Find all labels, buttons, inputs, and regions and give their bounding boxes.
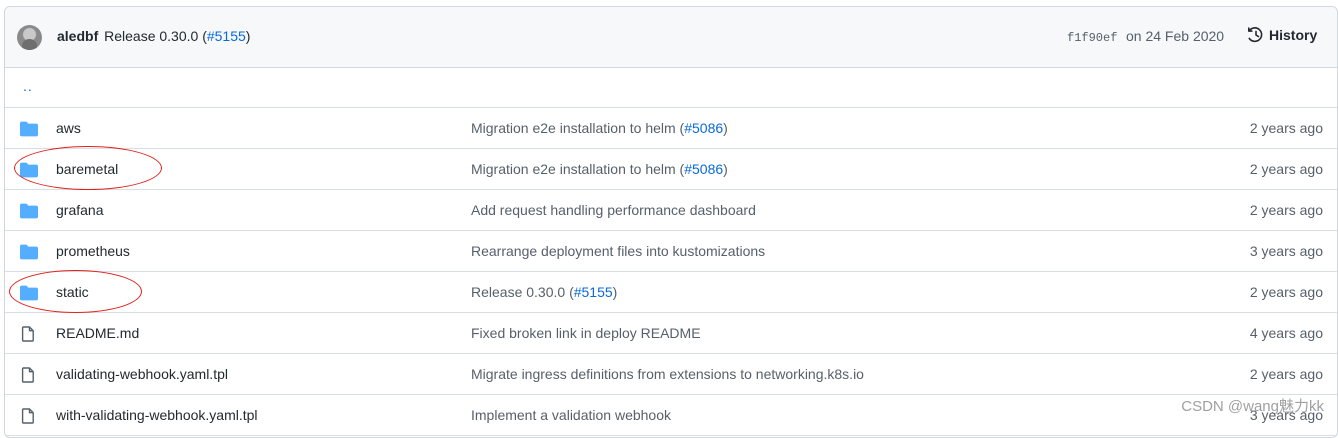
commit-message-text[interactable]: Migration e2e installation to helm (: [471, 161, 684, 177]
commit-age: 2 years ago: [1249, 284, 1323, 300]
commit-message-link[interactable]: Migrate ingress definitions from extensi…: [471, 366, 864, 382]
commit-message-end: ): [245, 28, 251, 44]
history-button[interactable]: History: [1247, 26, 1317, 44]
commit-info: aledbf Release 0.30.0 (#5155): [57, 28, 250, 44]
parent-directory-link[interactable]: ..: [23, 78, 33, 94]
commit-age: 4 years ago: [1249, 325, 1323, 341]
folder-icon: [20, 244, 38, 260]
folder-icon: [20, 121, 38, 137]
commit-message-link[interactable]: Migration e2e installation to helm (#508…: [471, 161, 728, 177]
commit-message-text[interactable]: Release 0.30.0 (: [471, 284, 574, 300]
commit-message-text[interactable]: Implement a validation webhook: [471, 407, 671, 423]
file-row[interactable]: static Release 0.30.0 (#5155) 2 years ago: [5, 272, 1337, 313]
file-row[interactable]: grafana Add request handling performance …: [5, 190, 1337, 231]
file-icon: [20, 326, 38, 342]
commit-message-text[interactable]: Rearrange deployment files into kustomiz…: [471, 243, 765, 259]
commit-message-end: ): [723, 161, 728, 177]
avatar[interactable]: [17, 25, 42, 50]
file-icon: [20, 367, 38, 383]
file-name-link[interactable]: grafana: [56, 202, 103, 218]
commit-message-link[interactable]: Fixed broken link in deploy README: [471, 325, 701, 341]
commit-message-link[interactable]: Implement a validation webhook: [471, 407, 671, 423]
commit-message-link[interactable]: Rearrange deployment files into kustomiz…: [471, 243, 765, 259]
file-list: aws Migration e2e installation to helm (#…: [5, 108, 1337, 436]
folder-icon: [20, 203, 38, 219]
commit-age: 2 years ago: [1249, 202, 1323, 218]
commit-pr-link[interactable]: #5155: [207, 28, 246, 44]
latest-commit-bar: aledbf Release 0.30.0 (#5155) f1f90ef on…: [5, 7, 1337, 68]
commit-author[interactable]: aledbf: [57, 28, 98, 44]
file-row[interactable]: baremetal Migration e2e installation to h…: [5, 149, 1337, 190]
file-row[interactable]: validating-webhook.yaml.tpl Migrate ingre…: [5, 354, 1337, 395]
file-name-link[interactable]: with-validating-webhook.yaml.tpl: [56, 407, 258, 423]
commit-age: 2 years ago: [1249, 366, 1323, 382]
file-name-link[interactable]: README.md: [56, 325, 139, 341]
commit-age: 2 years ago: [1249, 161, 1323, 177]
history-label: History: [1269, 27, 1318, 43]
file-name-link[interactable]: baremetal: [56, 161, 118, 177]
file-icon: [20, 408, 38, 424]
commit-message-text[interactable]: Add request handling performance dashboa…: [471, 202, 756, 218]
commit-age: 3 years ago: [1249, 243, 1323, 259]
folder-icon: [20, 162, 38, 178]
file-name-link[interactable]: aws: [56, 120, 81, 136]
file-name-link[interactable]: validating-webhook.yaml.tpl: [56, 366, 228, 382]
watermark: CSDN @wang魅力kk: [1181, 398, 1324, 415]
commit-sha[interactable]: f1f90ef: [1067, 31, 1117, 45]
file-browser: aledbf Release 0.30.0 (#5155) f1f90ef on…: [4, 6, 1338, 438]
pr-link[interactable]: #5155: [574, 284, 613, 300]
commit-message: Release 0.30.0 (: [104, 28, 207, 44]
commit-message-end: ): [612, 284, 618, 300]
commit-date: on 24 Feb 2020: [1126, 28, 1225, 44]
file-name-link[interactable]: prometheus: [56, 243, 130, 259]
commit-message-link[interactable]: Release 0.30.0 (#5155): [471, 284, 617, 300]
commit-message-end: ): [723, 120, 728, 136]
file-row[interactable]: aws Migration e2e installation to helm (#…: [5, 108, 1337, 149]
commit-age: 2 years ago: [1249, 120, 1323, 136]
commit-message-text[interactable]: Migration e2e installation to helm (: [471, 120, 684, 136]
pr-link[interactable]: #5086: [684, 161, 723, 177]
file-name-link[interactable]: static: [56, 284, 89, 300]
parent-directory-row[interactable]: ..: [5, 68, 1337, 108]
folder-icon: [20, 285, 38, 301]
file-row[interactable]: prometheus Rearrange deployment files int…: [5, 231, 1337, 272]
commit-message-link[interactable]: Add request handling performance dashboa…: [471, 202, 756, 218]
commit-message-link[interactable]: Migration e2e installation to helm (#508…: [471, 120, 728, 136]
file-row[interactable]: README.md Fixed broken link in deploy REA…: [5, 313, 1337, 354]
pr-link[interactable]: #5086: [684, 120, 723, 136]
history-icon: [1248, 27, 1263, 43]
commit-message-text[interactable]: Fixed broken link in deploy README: [471, 325, 701, 341]
commit-message-text[interactable]: Migrate ingress definitions from extensi…: [471, 366, 864, 382]
